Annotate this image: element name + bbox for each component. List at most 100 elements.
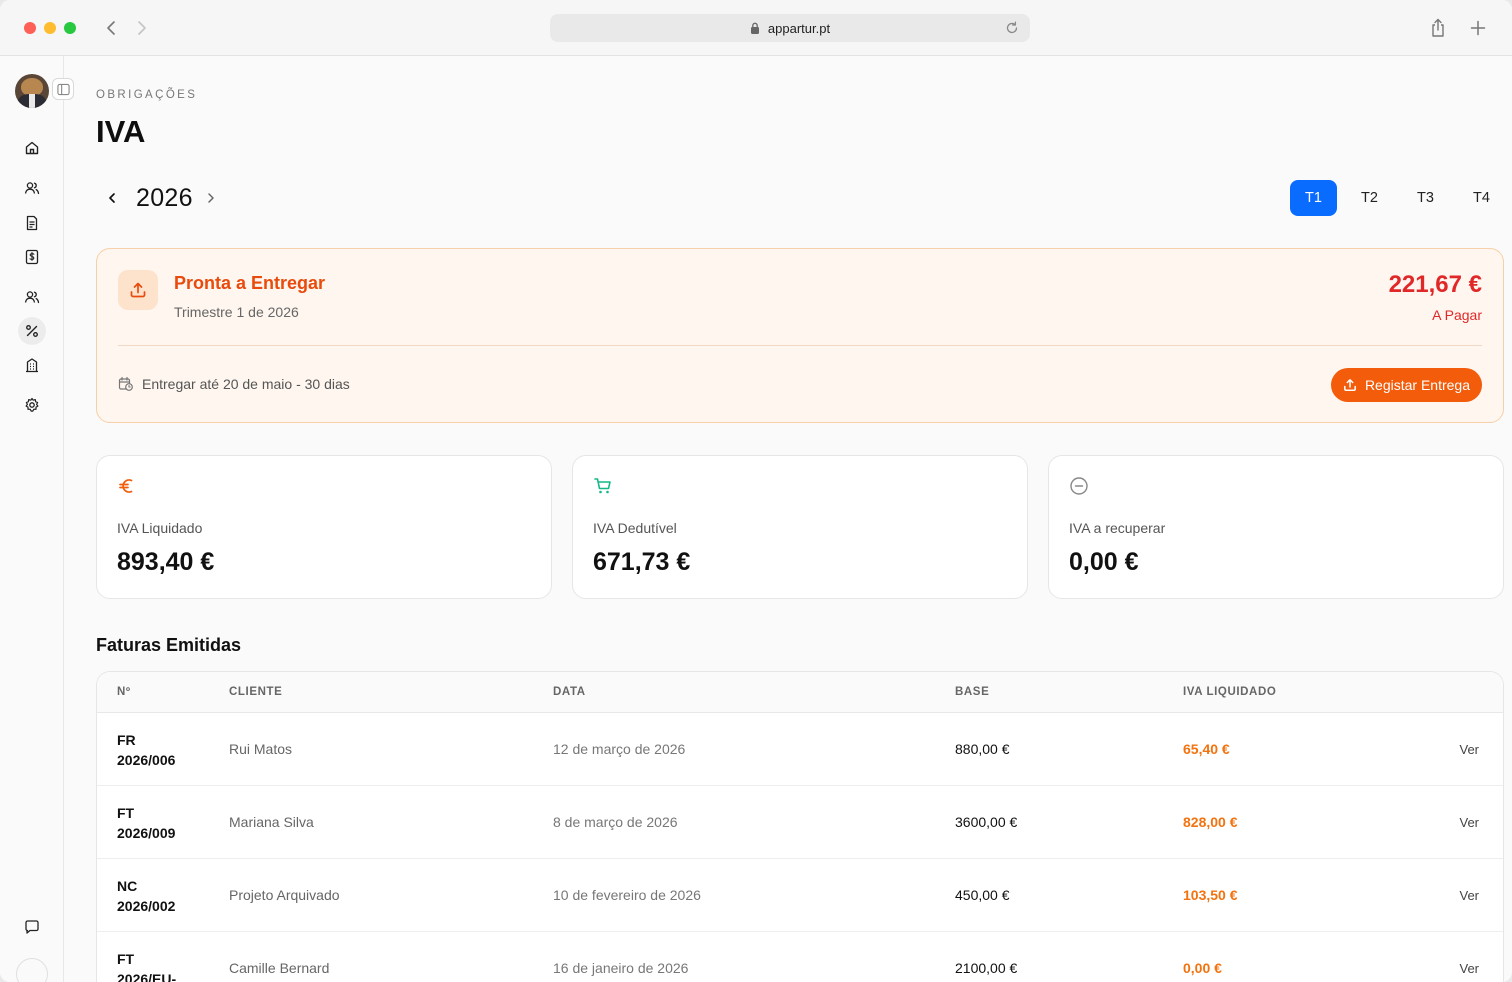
invoice-client: Mariana Silva <box>229 814 314 830</box>
view-invoice-link[interactable]: Ver <box>1459 961 1479 976</box>
invoice-iva: 103,50 € <box>1183 887 1238 903</box>
status-title: Pronta a Entregar <box>174 273 326 293</box>
table-row[interactable]: FT 2026/009 Mariana Silva 8 de março de 2… <box>97 786 1503 859</box>
chevron-right-icon <box>208 193 214 203</box>
amount-due-label: A Pagar <box>1432 307 1482 323</box>
status-subtitle: Trimestre 1 de 2026 <box>174 304 299 320</box>
table-header: Nº CLIENTE DATA BASE IVA LIQUIDADO <box>97 672 1503 713</box>
close-window-button[interactable] <box>24 22 36 34</box>
view-invoice-link[interactable]: Ver <box>1459 888 1479 903</box>
cart-icon <box>593 476 613 496</box>
invoice-date: 10 de fevereiro de 2026 <box>553 887 701 903</box>
column-header-date[interactable]: DATA <box>553 686 586 698</box>
page-title: IVA <box>96 114 146 149</box>
section-title: Faturas Emitidas <box>96 635 242 655</box>
maximize-window-button[interactable] <box>64 22 76 34</box>
new-tab-button[interactable] <box>1467 17 1489 39</box>
euro-icon <box>117 476 137 496</box>
sidebar-item-tax[interactable] <box>18 317 46 345</box>
quarter-tabs: T1 T2 T3 T4 <box>1290 180 1512 216</box>
settings-icon <box>25 397 39 412</box>
invoice-base: 880,00 € <box>955 741 1010 757</box>
year-selector: 2026 <box>96 182 227 214</box>
invoice-number: FT 2026/EU- <box>117 951 177 982</box>
column-header-number[interactable]: Nº <box>117 686 131 698</box>
invoice-base: 3600,00 € <box>955 814 1018 830</box>
sidebar-item-documents[interactable] <box>20 211 44 235</box>
column-header-base[interactable]: BASE <box>955 686 989 698</box>
main-content: OBRIGAÇÕES IVA 2026 T1 T2 T3 T4 Pronta a… <box>96 56 1512 982</box>
table-row[interactable]: FR 2026/006 Rui Matos 12 de março de 2026… <box>97 713 1503 786</box>
invoice-base: 450,00 € <box>955 887 1010 903</box>
column-header-client[interactable]: CLIENTE <box>229 686 282 698</box>
user-menu-button[interactable] <box>16 958 48 982</box>
tab-t3[interactable]: T3 <box>1402 180 1449 216</box>
divider <box>118 345 1482 346</box>
page-eyebrow: OBRIGAÇÕES <box>96 89 198 101</box>
column-header-iva[interactable]: IVA LIQUIDADO <box>1183 686 1276 698</box>
table-row[interactable]: NC 2026/002 Projeto Arquivado 10 de fever… <box>97 859 1503 932</box>
calendar-clock-icon <box>118 376 133 391</box>
sidebar-item-team[interactable] <box>20 285 44 309</box>
address-bar[interactable]: appartur.pt <box>550 14 1030 42</box>
percent-icon <box>26 325 38 337</box>
sidebar-item-properties[interactable] <box>20 353 44 377</box>
stat-label: IVA Liquidado <box>117 520 203 536</box>
chevron-left-icon <box>109 193 115 203</box>
stat-card-iva-dedutivel: IVA Dedutível 671,73 € <box>572 455 1028 599</box>
year-label: 2026 <box>136 183 193 212</box>
browser-window: appartur.pt OBRIGAÇÕES IVA 2026 T1 T2 T3… <box>0 0 1512 982</box>
tab-t4[interactable]: T4 <box>1458 180 1505 216</box>
invoice-date: 16 de janeiro de 2026 <box>553 960 689 976</box>
invoice-number: FR 2026/006 <box>117 732 176 768</box>
sidebar-item-home[interactable] <box>20 136 44 160</box>
home-icon <box>25 141 39 155</box>
chat-icon <box>25 920 39 934</box>
back-button[interactable] <box>100 16 122 40</box>
building-icon <box>26 358 38 373</box>
tab-t1[interactable]: T1 <box>1290 180 1337 216</box>
sidebar-item-invoices[interactable] <box>20 245 44 269</box>
register-submission-label: Registar Entrega <box>1364 377 1470 393</box>
lock-icon <box>750 22 759 34</box>
stat-label: IVA a recuperar <box>1069 520 1166 536</box>
register-submission-button[interactable]: Registar Entrega <box>1330 368 1482 402</box>
sidebar-toggle-button[interactable] <box>52 78 74 100</box>
team-icon <box>24 291 40 304</box>
invoice-number: FT 2026/009 <box>117 805 176 841</box>
invoice-iva: 65,40 € <box>1183 741 1230 757</box>
previous-year-button[interactable] <box>96 182 128 214</box>
view-invoice-link[interactable]: Ver <box>1459 815 1479 830</box>
document-icon <box>26 215 38 231</box>
minimize-window-button[interactable] <box>44 22 56 34</box>
reload-icon[interactable] <box>1004 20 1020 36</box>
invoice-client: Camille Bernard <box>229 960 330 976</box>
invoice-date: 12 de março de 2026 <box>553 741 686 757</box>
upload-icon <box>118 270 158 310</box>
submission-status-card: Pronta a Entregar Trimestre 1 de 2026 22… <box>96 248 1504 423</box>
feedback-button[interactable] <box>20 915 44 939</box>
sidebar <box>0 56 74 982</box>
deadline: Entregar até 20 de maio - 30 dias <box>118 376 350 392</box>
stat-card-iva-recuperar: IVA a recuperar 0,00 € <box>1048 455 1504 599</box>
invoices-table: Nº CLIENTE DATA BASE IVA LIQUIDADO FR 202… <box>96 671 1504 982</box>
sidebar-item-clients[interactable] <box>20 176 44 200</box>
next-year-button[interactable] <box>195 182 227 214</box>
sidebar-toggle-icon <box>56 83 70 95</box>
stat-value: 671,73 € <box>593 548 691 576</box>
view-invoice-link[interactable]: Ver <box>1459 742 1479 757</box>
sidebar-item-settings[interactable] <box>20 393 44 417</box>
invoice-client: Rui Matos <box>229 741 293 757</box>
chevron-right-icon <box>138 21 146 35</box>
invoice-base: 2100,00 € <box>955 960 1018 976</box>
avatar[interactable] <box>15 74 49 108</box>
share-button[interactable] <box>1427 17 1449 39</box>
table-row[interactable]: FT 2026/EU- Camille Bernard 16 de janeiro… <box>97 932 1503 982</box>
share-icon <box>1432 18 1444 37</box>
upload-icon <box>1343 379 1356 391</box>
chevron-left-icon <box>107 21 115 35</box>
tab-t2[interactable]: T2 <box>1346 180 1393 216</box>
forward-button[interactable] <box>131 16 153 40</box>
stat-label: IVA Dedutível <box>593 520 677 536</box>
plus-icon <box>1470 20 1486 36</box>
